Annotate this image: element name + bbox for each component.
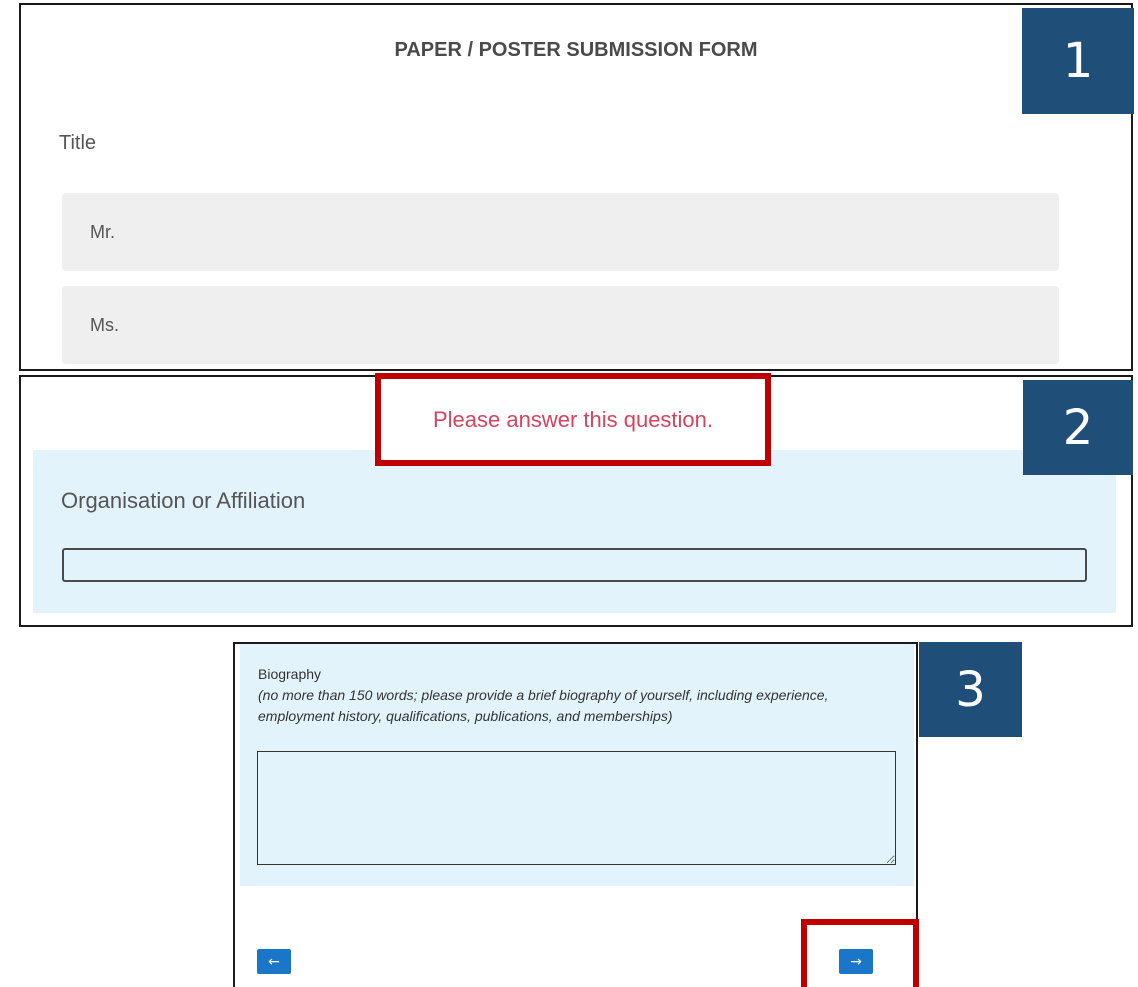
title-option-ms-label: Ms. (90, 314, 119, 335)
back-button[interactable]: ← (257, 949, 291, 974)
form-title: PAPER / POSTER SUBMISSION FORM (394, 39, 758, 61)
next-button-highlight (801, 919, 919, 987)
step-badge-3: 3 (919, 642, 1022, 737)
title-field-label: Title (59, 132, 97, 154)
affiliation-question-area (33, 450, 1116, 613)
validation-error-message: Please answer this question. (432, 406, 714, 432)
step-badge-2: 2 (1023, 380, 1133, 475)
title-question-panel: PAPER / POSTER SUBMISSION FORM Title Mr.… (19, 3, 1134, 371)
title-option-mr[interactable]: Mr. (62, 193, 1059, 271)
biography-hint: (no more than 150 words; please provide … (258, 687, 829, 724)
biography-textarea[interactable] (257, 751, 896, 865)
validation-error-highlight: Please answer this question. (375, 373, 771, 466)
title-option-mr-label: Mr. (90, 221, 115, 242)
arrow-left-icon: ← (268, 953, 280, 970)
biography-field-label: Biography (258, 666, 322, 682)
affiliation-field-label: Organisation or Affiliation (61, 488, 306, 513)
title-option-ms[interactable]: Ms. (62, 286, 1059, 364)
step-badge-1: 1 (1022, 8, 1134, 114)
affiliation-input[interactable] (62, 548, 1087, 582)
